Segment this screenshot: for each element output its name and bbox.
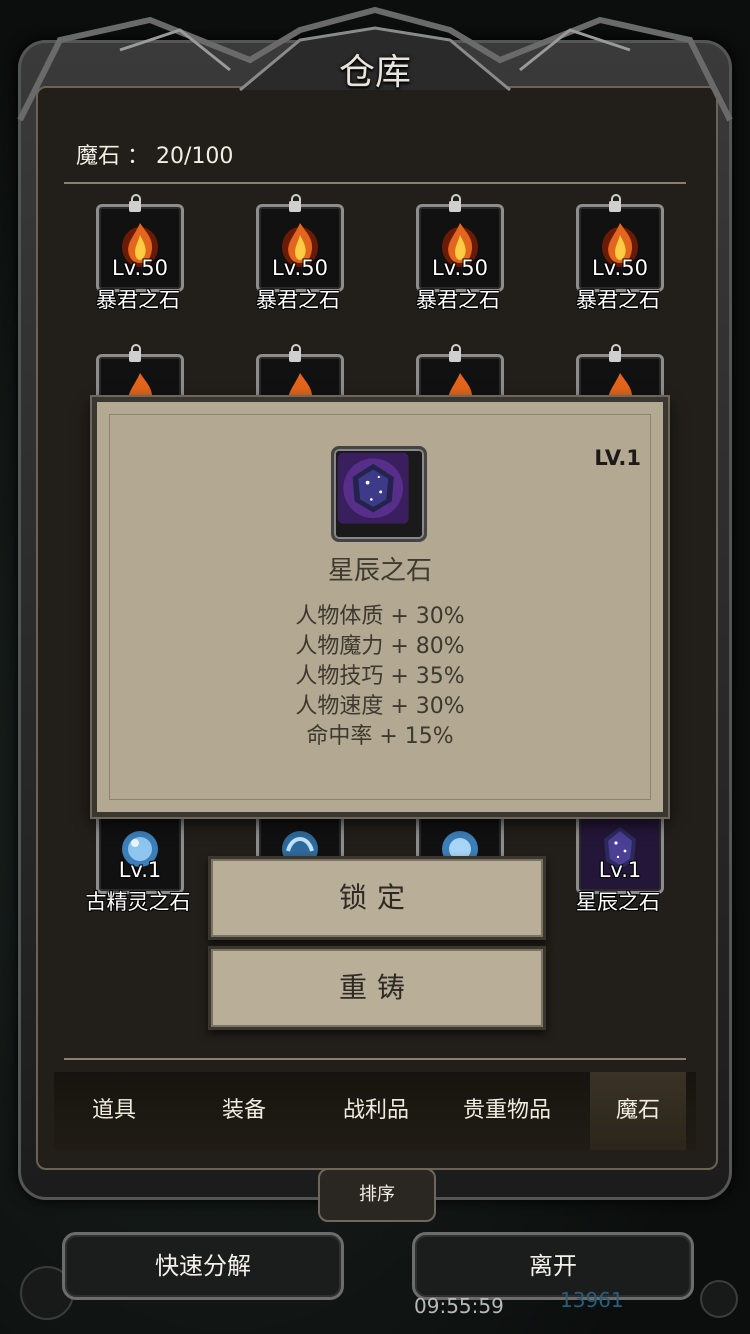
- lock-icon: [449, 344, 461, 362]
- bottom-divider: [64, 1058, 686, 1060]
- inventory-slot[interactable]: Lv.50 暴君之石: [60, 194, 210, 324]
- item-level: Lv.1: [598, 858, 642, 882]
- item-name: 暴君之石: [256, 288, 340, 312]
- item-level: Lv.50: [592, 256, 648, 280]
- detail-level: LV.1: [594, 446, 641, 470]
- category-tabs: 道具 装备 战利品 贵重物品 魔石: [54, 1072, 696, 1150]
- inventory-slot[interactable]: Lv.50 暴君之石: [220, 194, 370, 324]
- detail-stats: 人物体质 + 30% 人物魔力 + 80% 人物技巧 + 35% 人物速度 + …: [97, 602, 663, 752]
- top-divider: [64, 182, 686, 184]
- quick-decompose-button[interactable]: 快速分解: [62, 1232, 344, 1300]
- inventory-slot[interactable]: Lv.50 暴君之石: [540, 194, 690, 324]
- item-level: Lv.50: [432, 256, 488, 280]
- item-level: Lv.50: [112, 256, 168, 280]
- leave-button[interactable]: 离开: [412, 1232, 694, 1300]
- stone-counter-label: 魔石: [76, 144, 121, 169]
- item-level: Lv.1: [118, 858, 162, 882]
- tab-equipment[interactable]: 装备: [184, 1072, 304, 1150]
- item-name: 暴君之石: [416, 288, 500, 312]
- tab-loot[interactable]: 战利品: [314, 1072, 438, 1150]
- reforge-button[interactable]: 重铸: [208, 946, 546, 1030]
- inventory-slot[interactable]: Lv.1 星辰之石: [540, 806, 690, 926]
- lock-icon: [129, 194, 141, 212]
- tab-items[interactable]: 道具: [54, 1072, 174, 1150]
- item-level: Lv.50: [272, 256, 328, 280]
- item-name: 古精灵之石: [85, 890, 191, 914]
- tab-valuables[interactable]: 贵重物品: [448, 1072, 566, 1150]
- clock: 09:55:59: [414, 1294, 504, 1318]
- lock-icon: [449, 194, 461, 212]
- inventory-slot[interactable]: Lv.50 暴君之石: [380, 194, 530, 324]
- detail-name: 星辰之石: [327, 556, 432, 586]
- plus-icon: [700, 1280, 738, 1318]
- item-detail-popup: LV.1 星辰之石 人物体质 + 30% 人物魔力 + 80% 人物技巧 + 3…: [92, 397, 668, 817]
- currency-counter: 13961: [560, 1288, 624, 1312]
- stat-line: 人物魔力 + 80%: [295, 634, 465, 659]
- lock-icon: [129, 344, 141, 362]
- tab-magic-stones[interactable]: 魔石: [590, 1072, 686, 1150]
- stat-line: 人物速度 + 30%: [295, 694, 465, 719]
- stone-counter-value: 20/100: [156, 144, 234, 169]
- stat-line: 人物技巧 + 35%: [295, 664, 465, 689]
- lock-button[interactable]: 锁定: [208, 856, 546, 940]
- item-name: 暴君之石: [96, 288, 180, 312]
- stat-line: 命中率 + 15%: [306, 724, 454, 749]
- lock-icon: [289, 344, 301, 362]
- lock-icon: [609, 194, 621, 212]
- item-name: 暴君之石: [576, 288, 660, 312]
- sort-button[interactable]: 排序: [318, 1168, 436, 1222]
- stat-line: 人物体质 + 30%: [295, 604, 465, 629]
- stone-counter: 魔石 ： 20/100: [76, 144, 234, 169]
- inventory-slot[interactable]: Lv.1 古精灵之石: [60, 806, 210, 926]
- lock-icon: [609, 344, 621, 362]
- window-title: 仓库: [338, 52, 411, 93]
- item-name: 星辰之石: [576, 890, 660, 914]
- star-stone-icon: [337, 452, 409, 524]
- detail-icon-frame: [331, 446, 427, 542]
- lock-icon: [289, 194, 301, 212]
